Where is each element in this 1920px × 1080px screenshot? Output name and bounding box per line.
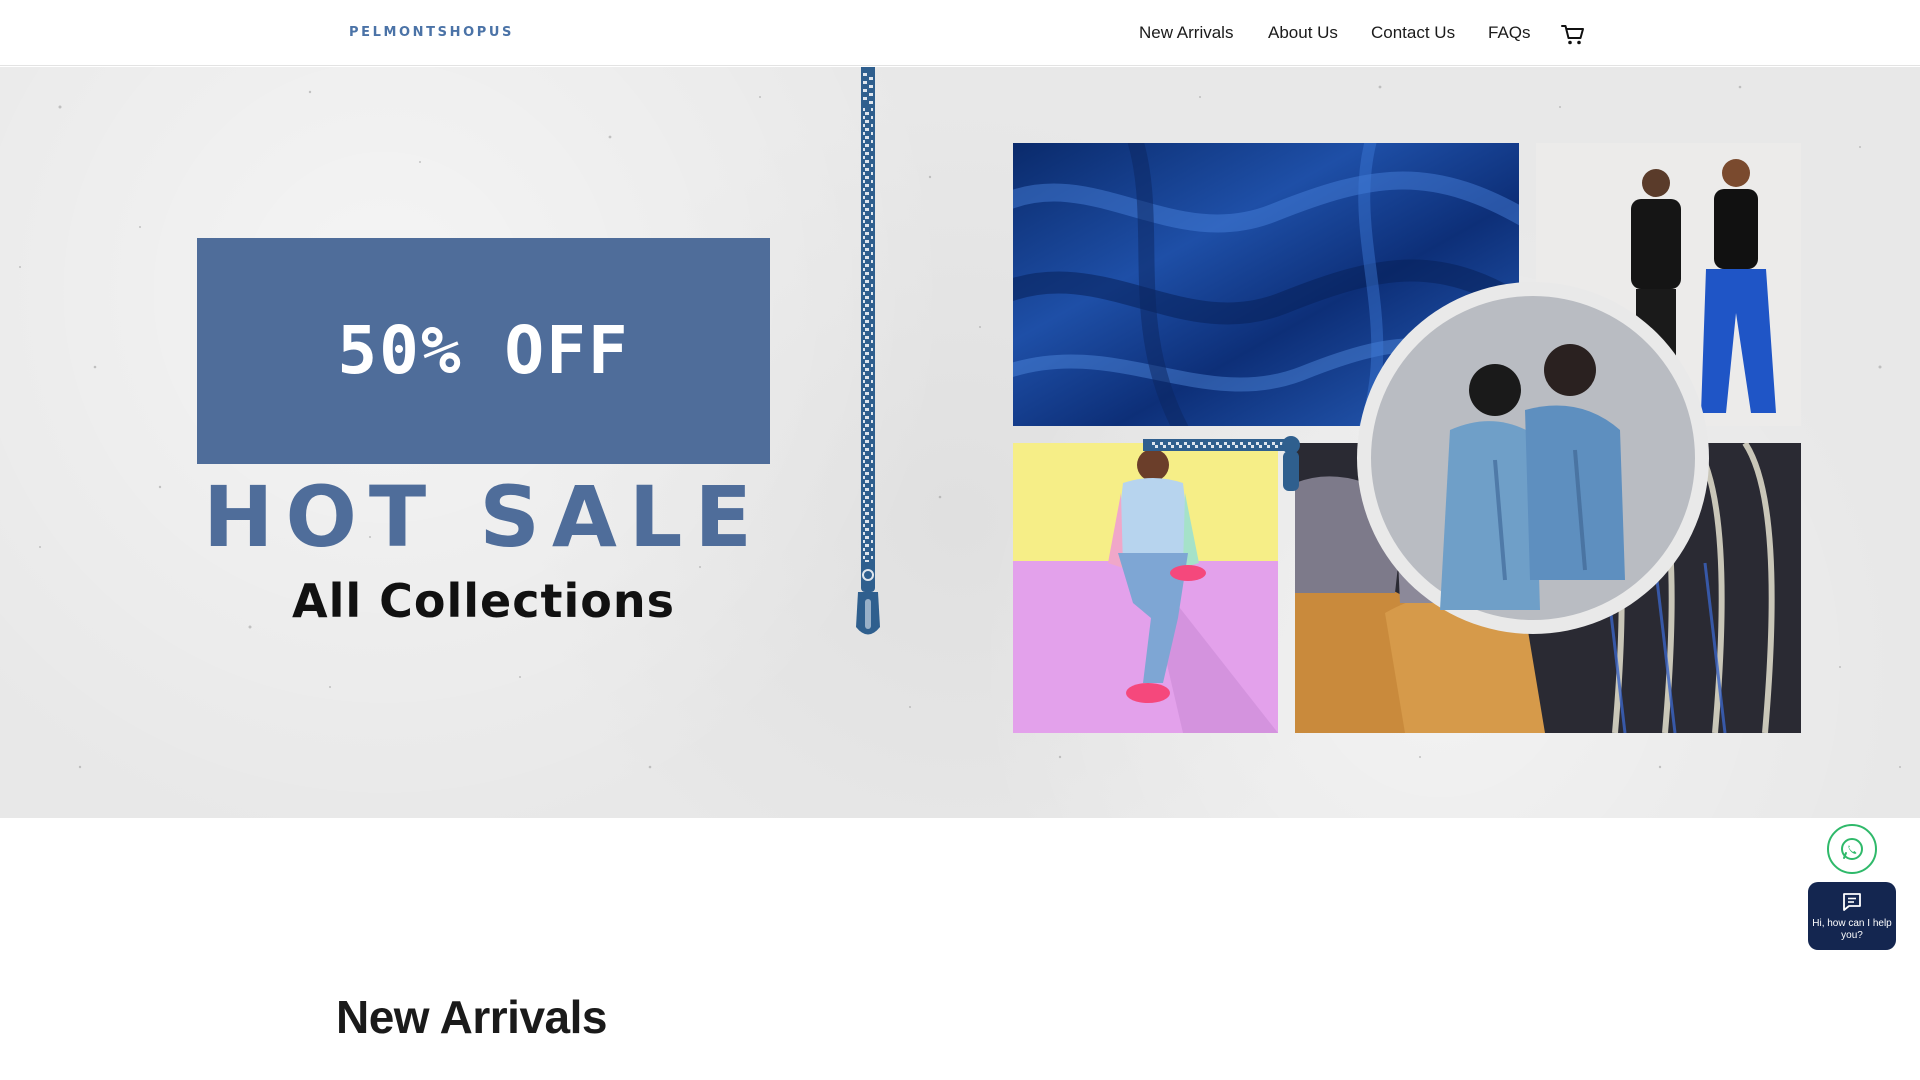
nav-faqs[interactable]: FAQs <box>1488 23 1531 43</box>
cart-icon[interactable] <box>1559 20 1587 48</box>
nav-new-arrivals[interactable]: New Arrivals <box>1139 23 1233 43</box>
chat-widget-label: Hi, how can I help you? <box>1812 918 1892 941</box>
product-collage <box>1013 143 1801 733</box>
chat-icon <box>1843 893 1861 911</box>
nav-about-us[interactable]: About Us <box>1268 23 1338 43</box>
whatsapp-button[interactable] <box>1827 824 1877 874</box>
whatsapp-icon <box>1841 838 1863 860</box>
hero-banner[interactable]: 50% OFF HOT SALE All Collections <box>0 67 1920 818</box>
discount-banner: 50% OFF <box>197 238 770 464</box>
hot-sale-heading: HOT SALE <box>203 468 764 566</box>
site-logo[interactable]: PELMONTSHOPUS <box>349 25 514 40</box>
discount-text: 50% OFF <box>337 312 630 389</box>
section-title-new-arrivals: New Arrivals <box>336 991 608 1043</box>
collections-subheading: All Collections <box>292 574 675 628</box>
chat-widget-button[interactable]: Hi, how can I help you? <box>1808 882 1896 950</box>
denim-jacket-image[interactable] <box>1355 280 1711 636</box>
site-header: PELMONTSHOPUS New Arrivals About Us Cont… <box>0 0 1920 66</box>
zipper-graphic <box>856 67 880 635</box>
nav-contact-us[interactable]: Contact Us <box>1371 23 1455 43</box>
zipper-accent <box>1143 436 1300 491</box>
